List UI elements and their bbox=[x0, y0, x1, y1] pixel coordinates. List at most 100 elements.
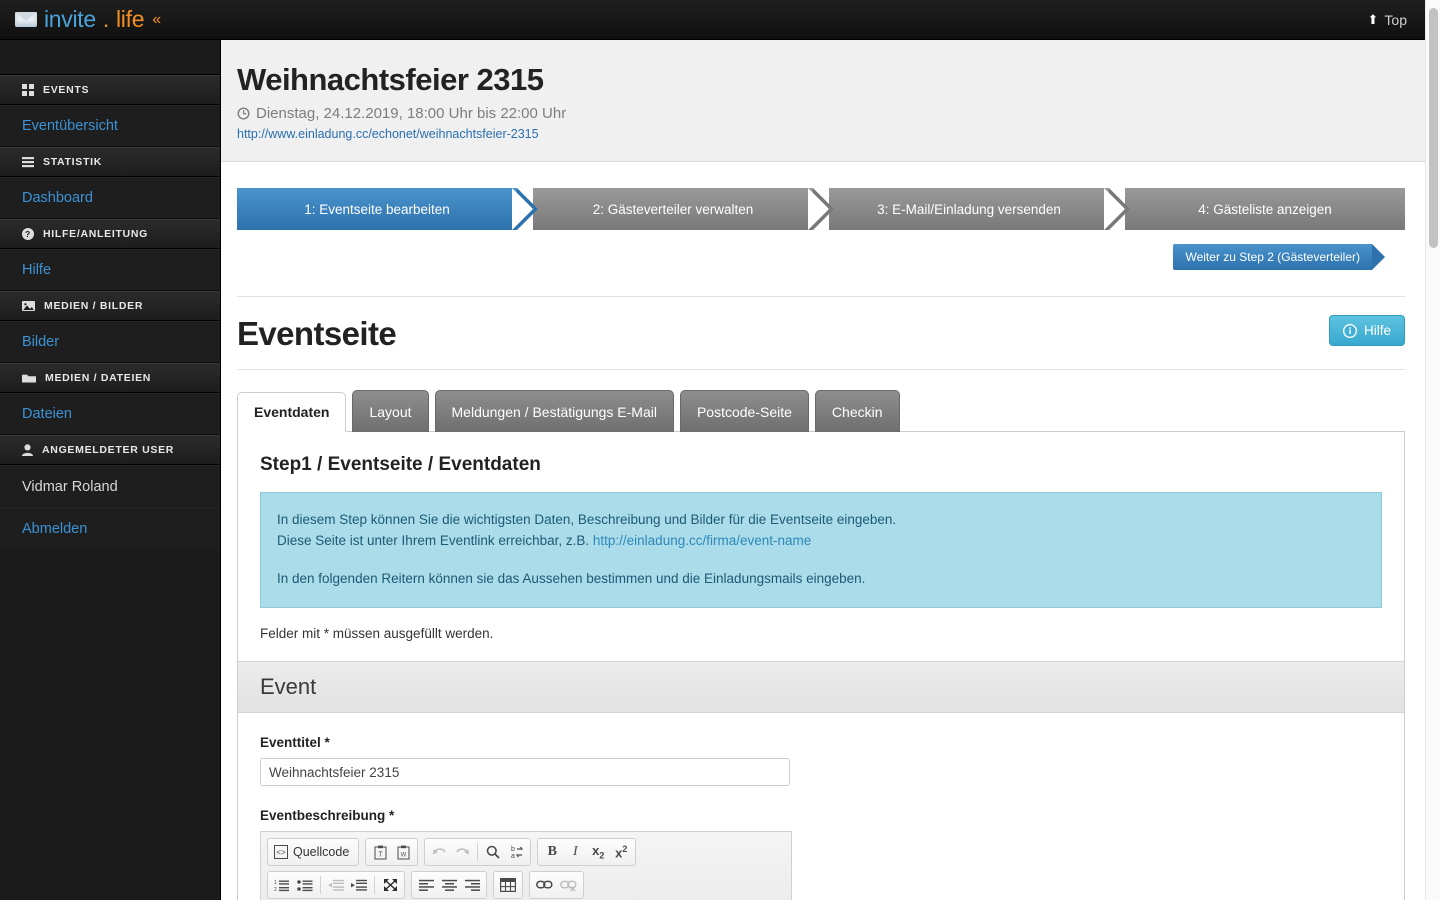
event-public-url-link[interactable]: http://www.einladung.cc/echonet/weihnach… bbox=[237, 127, 539, 141]
tab-eventdaten[interactable]: Eventdaten bbox=[237, 392, 347, 432]
sidebar-item-dateien[interactable]: Dateien bbox=[0, 393, 220, 435]
panel-subtitle: Step1 / Eventseite / Eventdaten bbox=[260, 454, 541, 475]
page-scrollbar-thumb[interactable] bbox=[1429, 8, 1438, 248]
sidebar-item-bilder[interactable]: Bilder bbox=[0, 321, 220, 363]
tab-postcode-seite[interactable]: Postcode-Seite bbox=[679, 390, 809, 432]
event-title-input[interactable] bbox=[260, 758, 790, 786]
paste-word-button[interactable]: W bbox=[392, 841, 414, 863]
step-label: 4: Gästeliste anzeigen bbox=[1198, 201, 1332, 217]
svg-text:<>: <> bbox=[276, 848, 286, 857]
sidebar-item-hilfe[interactable]: Hilfe bbox=[0, 249, 220, 291]
scroll-to-top-button[interactable]: ⬆ Top bbox=[1368, 12, 1425, 28]
app-logo[interactable]: invite. life « bbox=[0, 6, 161, 33]
link-button[interactable] bbox=[533, 874, 556, 896]
sidebar-section-label: HILFE/ANLEITUNG bbox=[43, 228, 148, 240]
event-datetime: Dienstag, 24.12.2019, 18:00 Uhr bis 22:0… bbox=[237, 105, 1425, 122]
outdent-button[interactable] bbox=[325, 874, 347, 896]
logo-quote-icon: « bbox=[152, 10, 161, 28]
source-code-label: Quellcode bbox=[293, 845, 350, 859]
align-left-button[interactable] bbox=[415, 874, 437, 896]
step-navigation: 1: Eventseite bearbeiten 2: Gästeverteil… bbox=[221, 162, 1425, 270]
redo-button[interactable] bbox=[451, 841, 473, 863]
sidebar-item-label: Bilder bbox=[22, 334, 60, 350]
align-left-icon bbox=[418, 879, 434, 891]
svg-text:b: b bbox=[511, 846, 515, 853]
help-button[interactable]: Hilfe bbox=[1328, 315, 1405, 346]
info-line-2: Diese Seite ist unter Ihrem Eventlink er… bbox=[277, 530, 1365, 551]
info-example-link[interactable]: http://einladung.cc/firma/event-name bbox=[593, 533, 811, 548]
align-center-button[interactable] bbox=[438, 874, 460, 896]
sidebar-item-dashboard[interactable]: Dashboard bbox=[0, 177, 220, 219]
info-line-1: In diesem Step können Sie die wichtigste… bbox=[277, 512, 897, 527]
sidebar-item-eventuebersicht[interactable]: Eventübersicht bbox=[0, 105, 220, 147]
page-title: Eventseite bbox=[237, 315, 397, 352]
info-circle-icon bbox=[1342, 323, 1357, 338]
paste-text-icon: T bbox=[374, 845, 387, 859]
maximize-icon bbox=[383, 879, 397, 891]
bold-button[interactable]: B bbox=[541, 841, 563, 863]
next-step-button[interactable]: Weiter zu Step 2 (Gästeverteiler) bbox=[1173, 244, 1385, 270]
toolbar-group-formatting: B I x2 x2 bbox=[537, 838, 637, 866]
numbered-list-button[interactable]: 12 bbox=[271, 874, 293, 896]
tab-label: Meldungen / Bestätigungs E-Mail bbox=[451, 403, 657, 420]
question-circle-icon: ? bbox=[22, 228, 34, 240]
step-2-gaesteverteiler-verwalten[interactable]: 2: Gästeverteiler verwalten bbox=[512, 188, 834, 230]
toolbar-group-paste: T W bbox=[365, 838, 419, 866]
align-right-button[interactable] bbox=[461, 874, 483, 896]
required-fields-note: Felder mit * müssen ausgefüllt werden. bbox=[260, 626, 494, 641]
sidebar-item-label: Dashboard bbox=[22, 190, 93, 206]
toolbar-group-lists: 12 bbox=[267, 871, 405, 899]
step-label: 3: E-Mail/Einladung versenden bbox=[877, 201, 1061, 217]
tab-meldungen-bestaetigungs-email[interactable]: Meldungen / Bestätigungs E-Mail bbox=[434, 390, 674, 432]
toolbar-separator bbox=[320, 876, 321, 894]
find-button[interactable] bbox=[482, 841, 504, 863]
sidebar-section-hilfe: ? HILFE/ANLEITUNG bbox=[0, 219, 220, 249]
paste-text-button[interactable]: T bbox=[369, 841, 391, 863]
undo-button[interactable] bbox=[428, 841, 450, 863]
paste-word-icon: W bbox=[397, 845, 410, 859]
sidebar-item-label: Eventübersicht bbox=[22, 118, 118, 134]
sidebar-item-label: Dateien bbox=[22, 406, 72, 422]
table-button[interactable] bbox=[497, 874, 519, 896]
tab-layout[interactable]: Layout bbox=[352, 390, 429, 432]
toolbar-row-1: <> Quellcode T W b a B I x2 x2 bbox=[267, 838, 785, 866]
italic-button[interactable]: I bbox=[564, 841, 586, 863]
next-step-label: Weiter zu Step 2 (Gästeverteiler) bbox=[1185, 250, 1360, 264]
replace-button[interactable]: ba bbox=[505, 841, 527, 863]
toolbar-separator bbox=[374, 876, 375, 894]
step-1-eventseite-bearbeiten[interactable]: 1: Eventseite bearbeiten bbox=[237, 188, 538, 230]
envelope-icon bbox=[15, 12, 37, 27]
unlink-icon bbox=[560, 880, 577, 891]
redo-icon bbox=[456, 847, 469, 854]
logo-text-dot: . bbox=[102, 6, 109, 32]
sidebar-item-label: Hilfe bbox=[22, 262, 52, 278]
toolbar-group-source: <> Quellcode bbox=[267, 838, 360, 866]
table-icon bbox=[500, 878, 516, 892]
toolbar-separator bbox=[477, 843, 479, 861]
source-code-button[interactable]: <> Quellcode bbox=[271, 841, 355, 863]
sidebar-item-abmelden[interactable]: Abmelden bbox=[0, 507, 220, 549]
tab-label: Checkin bbox=[831, 403, 883, 420]
bulleted-list-button[interactable] bbox=[294, 874, 316, 896]
bulleted-list-icon bbox=[297, 879, 313, 891]
sidebar-section-label: MEDIEN / DATEIEN bbox=[45, 372, 152, 384]
source-icon: <> bbox=[274, 845, 288, 859]
italic-label: I bbox=[572, 844, 578, 859]
page-scrollbar[interactable] bbox=[1425, 0, 1440, 900]
unlink-button[interactable] bbox=[557, 874, 580, 896]
step-4-gaesteliste-anzeigen[interactable]: 4: Gästeliste anzeigen bbox=[1104, 188, 1405, 230]
indent-button[interactable] bbox=[348, 874, 370, 896]
replace-icon: ba bbox=[511, 846, 523, 859]
event-header: Weihnachtsfeier 2315 Dienstag, 24.12.201… bbox=[221, 40, 1425, 162]
subscript-button[interactable]: x2 bbox=[587, 841, 609, 863]
sidebar-section-label: STATISTIK bbox=[43, 156, 102, 168]
panel-inner: Step1 / Eventseite / Eventdaten In diese… bbox=[238, 432, 1404, 900]
user-icon bbox=[22, 444, 33, 456]
tab-checkin[interactable]: Checkin bbox=[814, 390, 900, 432]
maximize-button[interactable] bbox=[379, 874, 401, 896]
toolbar-row-2: 12 bbox=[267, 871, 785, 899]
section-header-label: Event bbox=[260, 674, 317, 699]
step-3-email-einladung-versenden[interactable]: 3: E-Mail/Einladung versenden bbox=[808, 188, 1130, 230]
superscript-button[interactable]: x2 bbox=[610, 841, 632, 863]
step-label: 2: Gästeverteiler verwalten bbox=[592, 201, 754, 217]
